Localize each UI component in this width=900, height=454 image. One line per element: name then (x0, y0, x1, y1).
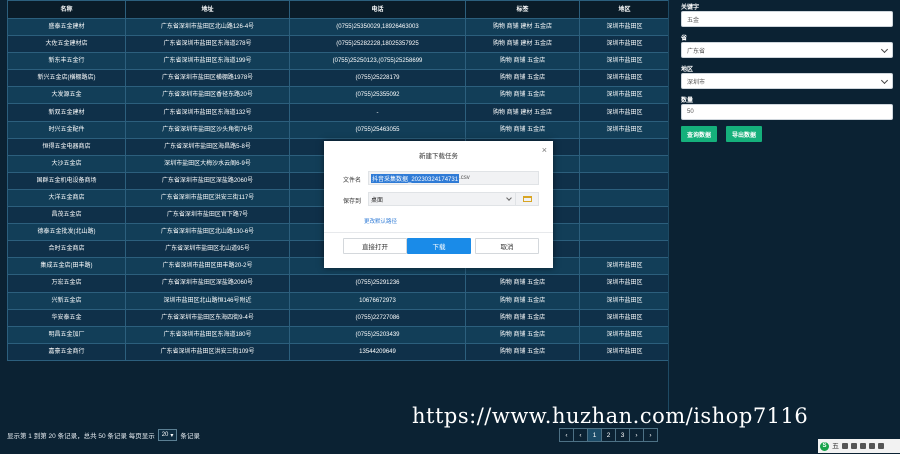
save-dir-label: 保存到 (343, 199, 362, 205)
count-label: 数量 (681, 98, 694, 104)
filename-input[interactable]: 抖音采集数据_20230324174731 .csv (368, 171, 539, 185)
modal-overlay: 新建下载任务 × 文件名 抖音采集数据_20230324174731 .csv … (0, 0, 670, 423)
chevron-down-icon (880, 45, 889, 54)
query-data-button[interactable]: 查询数据 (681, 126, 718, 142)
region-select[interactable]: 深圳市 (681, 73, 893, 89)
download-button[interactable]: 下载 (407, 238, 471, 254)
caret-down-icon: ▾ (170, 432, 174, 439)
pagination-info: 显示第 1 到第 20 条记录，总共 50 条记录 每页显示 20 ▾ 条记录 (7, 428, 200, 442)
region-label: 地区 (681, 67, 694, 73)
pagination-info-suffix: 条记录 (180, 433, 200, 440)
browse-folder-button[interactable] (515, 192, 538, 206)
page-3-button[interactable]: 3 (615, 428, 630, 442)
filename-selected-text: 抖音采集数据_20230324174731 (371, 173, 460, 183)
download-dialog: 新建下载任务 × 文件名 抖音采集数据_20230324174731 .csv … (324, 141, 553, 268)
folder-icon (522, 196, 532, 202)
dialog-footer: 直接打开 下载 取消 (324, 232, 553, 268)
count-input[interactable]: 50 (681, 104, 893, 120)
cancel-button[interactable]: 取消 (475, 238, 539, 254)
keyword-label: 关键字 (681, 5, 700, 11)
page-1-button[interactable]: 1 (587, 428, 602, 442)
close-icon[interactable]: × (542, 146, 547, 155)
skin-icon (869, 443, 875, 449)
moon-icon (842, 443, 848, 449)
open-directly-button[interactable]: 直接打开 (343, 238, 407, 254)
dialog-title: 新建下载任务 (419, 153, 458, 160)
watermark-text: https://www.huzhan.com/ishop7116 (412, 404, 809, 428)
first-page-button[interactable]: ‹ (559, 428, 574, 442)
page-size-select[interactable]: 20 ▾ (157, 429, 178, 441)
page-size-value: 20 (161, 432, 169, 438)
save-dir-select[interactable]: 桌面 (368, 192, 539, 206)
filename-label: 文件名 (343, 178, 362, 184)
change-default-path-link[interactable]: 更改默认路径 (364, 217, 397, 225)
count-value: 50 (687, 109, 694, 115)
pagination-info-prefix: 显示第 1 到第 20 条记录，总共 50 条记录 每页显示 (7, 433, 155, 440)
filter-sidebar: 关键字 五金 省 广东省 地区 深圳市 数量 50 查询数据 导出数据 (681, 0, 893, 142)
toolbox-icon (878, 443, 884, 449)
province-label: 省 (681, 36, 688, 42)
keyboard-icon (860, 443, 866, 449)
sogou-ime-icon: S (820, 441, 829, 451)
filename-extension: .csv (459, 175, 470, 181)
last-page-button[interactable]: › (643, 428, 658, 442)
ime-tray[interactable]: S 五 (818, 439, 900, 453)
province-value: 广东省 (687, 48, 706, 55)
keyword-input[interactable]: 五金 (681, 11, 893, 27)
save-dir-value: 桌面 (371, 197, 384, 204)
page-2-button[interactable]: 2 (601, 428, 616, 442)
export-data-button[interactable]: 导出数据 (726, 126, 763, 142)
punctuation-icon (851, 443, 857, 449)
region-value: 深圳市 (687, 79, 706, 86)
province-select[interactable]: 广东省 (681, 42, 893, 58)
next-page-button[interactable]: › (629, 428, 644, 442)
prev-page-button[interactable]: ‹ (573, 428, 588, 442)
ime-mode-label: 五 (832, 443, 839, 450)
keyword-value: 五金 (687, 17, 700, 24)
pagination: ‹ ‹ 1 2 3 › › (559, 428, 658, 442)
chevron-down-icon (880, 76, 889, 85)
